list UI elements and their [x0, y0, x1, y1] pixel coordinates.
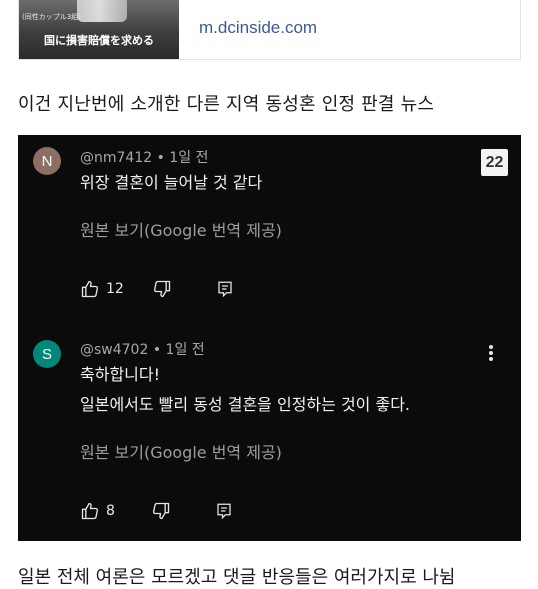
avatar[interactable]: S [33, 340, 61, 368]
count-badge: 22 [481, 149, 508, 176]
avatar[interactable]: N [33, 147, 61, 175]
thumbnail-small-text: (同性カップル3組) [22, 13, 81, 21]
dislike-button[interactable] [151, 501, 171, 521]
thumbnail-caption: 国に損害賠償を求める [44, 34, 154, 47]
like-button[interactable]: 12 [80, 279, 124, 299]
reply-comment-icon [217, 503, 231, 520]
thumbs-up-icon [81, 280, 99, 298]
news-thumbnail: (同性カップル3組) 国に損害賠償を求める [19, 0, 179, 59]
comment-actions: 12 [80, 279, 234, 299]
post-caption: 이건 지난번에 소개한 다른 지역 동성혼 인정 판결 뉴스 [18, 94, 435, 115]
link-domain[interactable]: m.dcinside.com [179, 0, 317, 59]
like-count: 8 [106, 503, 115, 519]
link-preview-card[interactable]: (同性カップル3組) 国に損害賠償を求める m.dcinside.com [18, 0, 521, 60]
thumbs-down-icon [152, 502, 170, 520]
comment-handle[interactable]: @nm7412 • 1일 전 [80, 147, 208, 167]
comments-screenshot: 22 N @nm7412 • 1일 전 위장 결혼이 늘어날 것 같다 원본 보… [18, 135, 521, 541]
comment-text-line-2: 일본에서도 빨리 동성 결혼을 인정하는 것이 좋다. [80, 395, 411, 414]
translate-link[interactable]: 원본 보기(Google 번역 제공) [80, 439, 282, 463]
like-count: 12 [106, 281, 124, 297]
dislike-button[interactable] [152, 279, 172, 299]
post-caption-bottom: 일본 전체 여론은 모르겠고 댓글 반응들은 여러가지로 나뉨 [18, 567, 456, 588]
translate-link[interactable]: 원본 보기(Google 번역 제공) [80, 217, 282, 241]
comment-text: 위장 결혼이 늘어날 것 같다 [80, 173, 263, 192]
comment-handle[interactable]: @sw4702 • 1일 전 [80, 339, 205, 359]
reply-button[interactable] [215, 502, 233, 520]
comment-actions: 8 [80, 501, 233, 521]
like-button[interactable]: 8 [80, 501, 115, 521]
thumbs-up-icon [81, 502, 99, 520]
thumbs-down-icon [153, 280, 170, 298]
more-options-icon[interactable] [488, 343, 494, 363]
comment-text-line-1: 축하합니다! [80, 365, 161, 384]
reply-button[interactable] [216, 280, 234, 298]
thumbnail-photo [77, 0, 127, 22]
reply-comment-icon [218, 281, 232, 298]
